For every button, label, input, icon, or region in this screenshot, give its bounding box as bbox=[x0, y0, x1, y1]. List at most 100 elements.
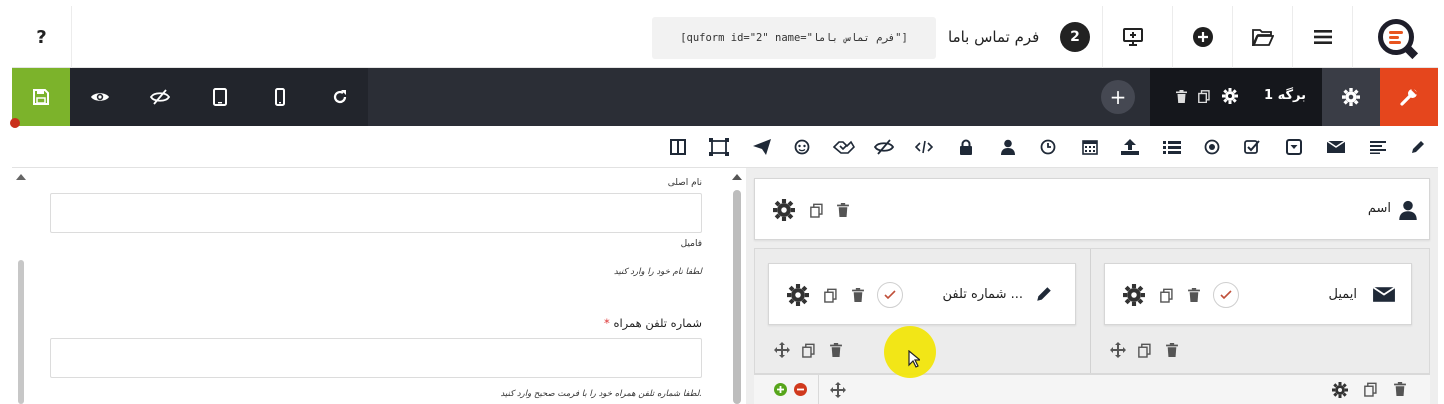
preview-screen-icon bbox=[1122, 28, 1143, 46]
palette-hidden[interactable] bbox=[874, 137, 894, 157]
notification-dot bbox=[10, 118, 20, 128]
palette-group[interactable] bbox=[708, 137, 730, 157]
help-button[interactable]: ? bbox=[12, 6, 72, 68]
element-delete-button[interactable] bbox=[852, 288, 864, 302]
element-settings-button[interactable] bbox=[773, 199, 795, 221]
code-icon bbox=[915, 140, 933, 154]
save-button[interactable] bbox=[12, 68, 70, 126]
palette-html[interactable] bbox=[914, 137, 934, 157]
column-move-handle[interactable] bbox=[774, 342, 790, 358]
pencil-icon bbox=[1037, 287, 1051, 301]
palette-select[interactable] bbox=[1284, 137, 1304, 157]
element-card-name[interactable]: اسم bbox=[754, 178, 1430, 240]
element-delete-button[interactable] bbox=[837, 203, 849, 217]
refresh-icon bbox=[333, 90, 347, 104]
envelope-icon bbox=[1373, 286, 1395, 302]
mobile-preview-button[interactable] bbox=[250, 68, 310, 126]
palette-file-upload[interactable] bbox=[1120, 137, 1140, 157]
quform-logo[interactable] bbox=[1352, 6, 1438, 68]
palette-columns[interactable] bbox=[668, 137, 688, 157]
element-palette bbox=[12, 126, 1438, 168]
palette-name[interactable] bbox=[998, 137, 1018, 157]
column-footer-left bbox=[768, 342, 888, 374]
trash-icon bbox=[1176, 90, 1187, 103]
form-shortcode[interactable]: [quform id="2" name="فرم تماس باما"] bbox=[652, 17, 936, 59]
preview-field-label: فامیل bbox=[680, 239, 702, 249]
palette-radio[interactable] bbox=[1202, 137, 1222, 157]
column-delete-button[interactable] bbox=[830, 343, 842, 357]
add-column-button[interactable] bbox=[774, 383, 787, 396]
preview-button[interactable] bbox=[70, 68, 130, 126]
builder-scrollbar[interactable] bbox=[730, 168, 744, 404]
add-page-button[interactable]: + bbox=[1100, 68, 1136, 126]
element-duplicate-button[interactable] bbox=[1160, 288, 1173, 303]
add-form-button[interactable] bbox=[1172, 6, 1232, 68]
move-icon bbox=[774, 342, 790, 358]
menu-icon bbox=[1313, 30, 1332, 44]
palette-date[interactable] bbox=[1080, 137, 1100, 157]
element-settings-button[interactable] bbox=[787, 284, 809, 306]
plus-circle-icon bbox=[774, 383, 787, 396]
trash-icon bbox=[837, 203, 849, 217]
palette-multi-select[interactable] bbox=[1162, 137, 1182, 157]
refresh-preview-button[interactable] bbox=[310, 68, 370, 126]
gear-icon bbox=[1222, 88, 1238, 104]
palette-checkbox[interactable] bbox=[1242, 137, 1262, 157]
page-tab[interactable]: برگه 1 bbox=[1150, 68, 1322, 126]
palette-email[interactable] bbox=[1326, 137, 1346, 157]
preview-scrollbar[interactable] bbox=[14, 168, 28, 404]
open-form-button[interactable] bbox=[1232, 6, 1292, 68]
column-duplicate-button[interactable] bbox=[1138, 343, 1151, 358]
check-icon bbox=[884, 290, 896, 300]
palette-password[interactable] bbox=[956, 137, 976, 157]
form-preview: نام اصلی فامیل لطفا نام خود را وارد کنید… bbox=[12, 168, 730, 404]
required-toggle[interactable] bbox=[1213, 282, 1239, 308]
quform-logo-icon bbox=[1377, 19, 1414, 55]
remove-column-button[interactable] bbox=[794, 383, 807, 396]
recaptcha-icon bbox=[794, 139, 810, 155]
row-duplicate-button[interactable] bbox=[1364, 382, 1377, 397]
row-settings-button[interactable] bbox=[1332, 382, 1348, 398]
palette-time[interactable] bbox=[1038, 137, 1058, 157]
tablet-preview-button[interactable] bbox=[190, 68, 250, 126]
hide-preview-button[interactable] bbox=[130, 68, 190, 126]
main-menu-button[interactable] bbox=[1292, 6, 1352, 68]
element-duplicate-button[interactable] bbox=[824, 288, 837, 303]
send-icon bbox=[753, 139, 771, 155]
element-card-phone[interactable]: شماره تلفن ... bbox=[768, 263, 1076, 325]
column-move-handle[interactable] bbox=[1110, 342, 1126, 358]
copy-icon bbox=[802, 343, 815, 358]
element-email-label: ایمیل bbox=[1328, 287, 1357, 302]
palette-submit[interactable] bbox=[752, 137, 772, 157]
element-delete-button[interactable] bbox=[1188, 288, 1200, 302]
row-delete-button[interactable] bbox=[1394, 382, 1406, 396]
list-icon bbox=[1163, 141, 1181, 154]
upload-icon bbox=[1121, 139, 1139, 155]
element-card-email[interactable]: ایمیل bbox=[1104, 263, 1412, 325]
preview-first-name-input[interactable] bbox=[50, 193, 702, 233]
column-duplicate-button[interactable] bbox=[802, 343, 815, 358]
trash-icon bbox=[1188, 288, 1200, 302]
palette-text-field[interactable] bbox=[1408, 137, 1428, 157]
form-settings-button[interactable] bbox=[1322, 68, 1380, 126]
element-duplicate-button[interactable] bbox=[810, 203, 823, 218]
trash-icon bbox=[1166, 343, 1178, 357]
tools-button[interactable] bbox=[1380, 68, 1438, 126]
palette-captcha[interactable] bbox=[832, 137, 856, 157]
eye-icon bbox=[91, 93, 109, 101]
required-toggle[interactable] bbox=[877, 282, 903, 308]
row-move-handle[interactable] bbox=[830, 382, 846, 398]
preview-phone-input[interactable] bbox=[50, 338, 702, 378]
page-tab-label: برگه 1 bbox=[1264, 88, 1306, 103]
form-builder-app: ? [quform id="2" name="فرم تماس باما"] ف… bbox=[0, 0, 1444, 404]
form-builder-canvas: اسم شماره تلفن ... ایمیل bbox=[746, 168, 1438, 404]
column-delete-button[interactable] bbox=[1166, 343, 1178, 357]
row-footer bbox=[754, 374, 1430, 404]
hidden-icon bbox=[874, 139, 894, 155]
preview-screen-button[interactable] bbox=[1102, 6, 1162, 68]
form-title: فرم تماس باما bbox=[948, 28, 1040, 46]
element-settings-button[interactable] bbox=[1123, 284, 1145, 306]
palette-recaptcha[interactable] bbox=[792, 137, 812, 157]
palette-textarea[interactable] bbox=[1368, 137, 1388, 157]
form-id-badge: 2 bbox=[1060, 22, 1090, 52]
